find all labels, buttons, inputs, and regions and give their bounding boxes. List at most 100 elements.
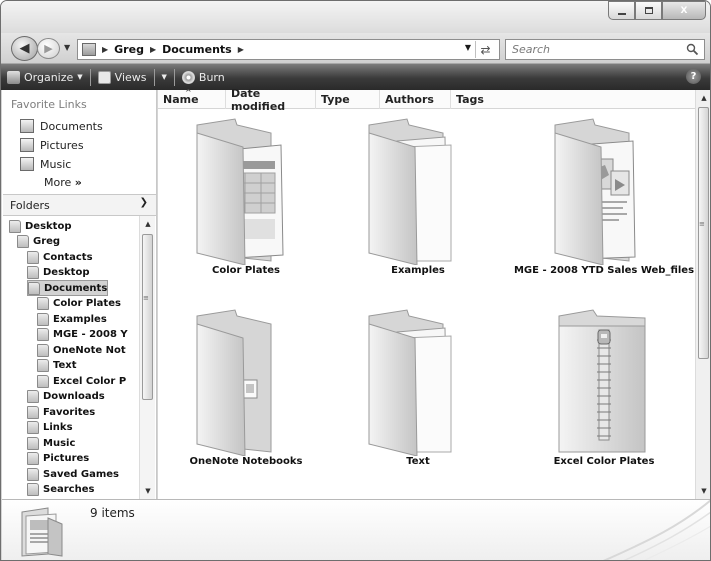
folder-tree-item[interactable]: Music: [27, 435, 75, 451]
file-item[interactable]: MGE - 2008 YTD Sales Web_files: [514, 111, 694, 287]
folder-icon: [191, 115, 301, 266]
breadcrumb-separator-icon[interactable]: ▶: [150, 45, 156, 54]
breadcrumb-documents[interactable]: Documents: [162, 43, 232, 56]
help-icon[interactable]: ?: [686, 69, 701, 84]
content-scrollbar[interactable]: ▲ ≡ ▼: [695, 90, 710, 499]
organize-button[interactable]: Organize ▼: [1, 64, 89, 90]
folder-tree-item[interactable]: Examples: [37, 311, 107, 327]
folder-tree-label: Links: [43, 422, 73, 433]
item-count: 9 items: [90, 506, 135, 520]
folder-icon: [27, 436, 39, 450]
command-bar: Organize ▼ Views ▼ Burn ?: [1, 63, 710, 90]
maximize-button[interactable]: [635, 1, 662, 20]
folder-icon: [37, 328, 49, 341]
folder-tree-item[interactable]: Greg: [17, 234, 60, 250]
folder-icon: [191, 306, 301, 457]
file-item-label: MGE - 2008 YTD Sales Web_files: [513, 265, 695, 276]
scroll-up-arrow-icon[interactable]: ▲: [140, 216, 156, 232]
toolbar-divider: [89, 68, 91, 86]
search-input[interactable]: Search: [505, 39, 705, 60]
folder-icon: [37, 312, 49, 326]
folder-tree-item[interactable]: Searches: [27, 482, 94, 498]
folder-tree-scrollbar[interactable]: ▲ ≡ ▼: [139, 216, 155, 499]
search-icon[interactable]: [686, 43, 699, 56]
folder-tree-item[interactable]: Documents: [27, 280, 109, 296]
navigation-pane: Favorite Links Documents Pictures Music …: [2, 90, 157, 499]
scroll-grip-icon: ≡: [143, 294, 149, 302]
column-header-date-modified[interactable]: Date modified: [226, 87, 316, 113]
views-dropdown[interactable]: ▼: [156, 64, 173, 90]
toolbar-divider: [173, 68, 175, 86]
more-links-button[interactable]: More »: [44, 176, 82, 189]
folder-tree-item[interactable]: Excel Color P: [37, 373, 126, 389]
folder-tree-label: Pictures: [43, 453, 90, 464]
minimize-button[interactable]: [608, 1, 635, 20]
file-item-label: Text: [406, 456, 430, 467]
folder-tree-item[interactable]: Color Plates: [37, 296, 121, 312]
close-button[interactable]: X: [662, 1, 706, 20]
folder-tree-item[interactable]: Contacts: [27, 249, 93, 265]
folder-icon: [27, 266, 39, 279]
search-placeholder: Search: [512, 43, 551, 56]
refresh-button[interactable]: ⇄: [475, 41, 495, 58]
file-item-label: Examples: [391, 265, 445, 276]
scroll-down-arrow-icon[interactable]: ▼: [140, 483, 156, 499]
favorite-link-music[interactable]: Music: [20, 155, 71, 173]
column-header-tags[interactable]: Tags: [451, 90, 511, 109]
folder-tree-item[interactable]: Links: [27, 420, 73, 436]
folder-tree-item[interactable]: Favorites: [27, 404, 95, 420]
folder-tree-label: Documents: [44, 282, 108, 294]
column-header-type[interactable]: Type: [316, 90, 380, 109]
folder-tree-item[interactable]: Pictures: [27, 451, 89, 467]
folder-tree-item[interactable]: MGE - 2008 Y: [37, 327, 128, 343]
scroll-thumb[interactable]: [142, 234, 153, 400]
scroll-down-arrow-icon[interactable]: ▼: [696, 483, 710, 499]
file-item[interactable]: Examples: [333, 111, 503, 287]
file-item[interactable]: Text: [333, 302, 503, 478]
folder-tree-item[interactable]: Desktop: [9, 218, 72, 234]
address-bar[interactable]: ▶ Greg ▶ Documents ▶ ▼ ⇄: [77, 39, 500, 60]
double-chevron-icon: »: [74, 176, 82, 189]
folder-tree-item[interactable]: Desktop: [27, 265, 90, 281]
organize-label: Organize: [24, 70, 74, 84]
favorite-link-pictures[interactable]: Pictures: [20, 136, 84, 154]
refresh-icon: ⇄: [480, 42, 491, 57]
burn-button[interactable]: Burn: [176, 64, 231, 90]
folders-toggle[interactable]: Folders ❯: [3, 194, 156, 216]
folder-icon: [27, 483, 39, 496]
folder-tree-label: Desktop: [25, 220, 72, 232]
folder-tree-label: MGE - 2008 Y: [53, 329, 128, 340]
address-dropdown-icon[interactable]: ▼: [465, 43, 471, 52]
toolbar-divider: [153, 68, 155, 86]
maximize-icon: [644, 7, 653, 14]
views-button[interactable]: Views: [92, 64, 153, 90]
scroll-thumb[interactable]: [698, 107, 709, 359]
file-item[interactable]: OneNote Notebooks: [161, 302, 331, 478]
recent-pages-dropdown[interactable]: ▼: [64, 43, 70, 52]
folder-tree: Desktop Greg Contacts Desktop Documents Color…: [2, 216, 139, 499]
explorer-window: X ◀ ▶ ▼ ▶ Greg ▶ Documents ▶ ▼ ⇄ Search: [0, 0, 711, 561]
file-items: Color Plates Examples MGE - 2008 YTD Sales…: [158, 109, 695, 499]
folder-tree-item[interactable]: Downloads: [27, 389, 105, 405]
title-bar[interactable]: X: [1, 1, 710, 33]
folder-tree-item[interactable]: Text: [37, 358, 77, 374]
folder-tree-label: Greg: [33, 236, 61, 247]
breadcrumb-separator-icon[interactable]: ▶: [102, 45, 108, 54]
scroll-up-arrow-icon[interactable]: ▲: [696, 90, 710, 106]
folder-tree-item[interactable]: Saved Games: [27, 466, 119, 482]
folder-tree-label: Contacts: [43, 251, 93, 263]
file-item-label: OneNote Notebooks: [189, 456, 303, 467]
column-header-authors[interactable]: Authors: [380, 90, 451, 109]
back-button[interactable]: ◀: [11, 36, 38, 61]
breadcrumb-greg[interactable]: Greg: [114, 43, 144, 56]
folder-tree-item[interactable]: OneNote Not: [37, 342, 126, 358]
folder-icon: [549, 115, 659, 266]
forward-button[interactable]: ▶: [37, 38, 60, 59]
views-icon: [97, 70, 111, 84]
column-header-name[interactable]: Name ^: [158, 88, 226, 109]
breadcrumb-separator-icon[interactable]: ▶: [238, 45, 244, 54]
favorite-link-documents[interactable]: Documents: [20, 117, 103, 135]
folder-icon: [9, 219, 21, 233]
file-item[interactable]: Excel Color Plates: [519, 302, 689, 478]
file-item[interactable]: Color Plates: [161, 111, 331, 287]
